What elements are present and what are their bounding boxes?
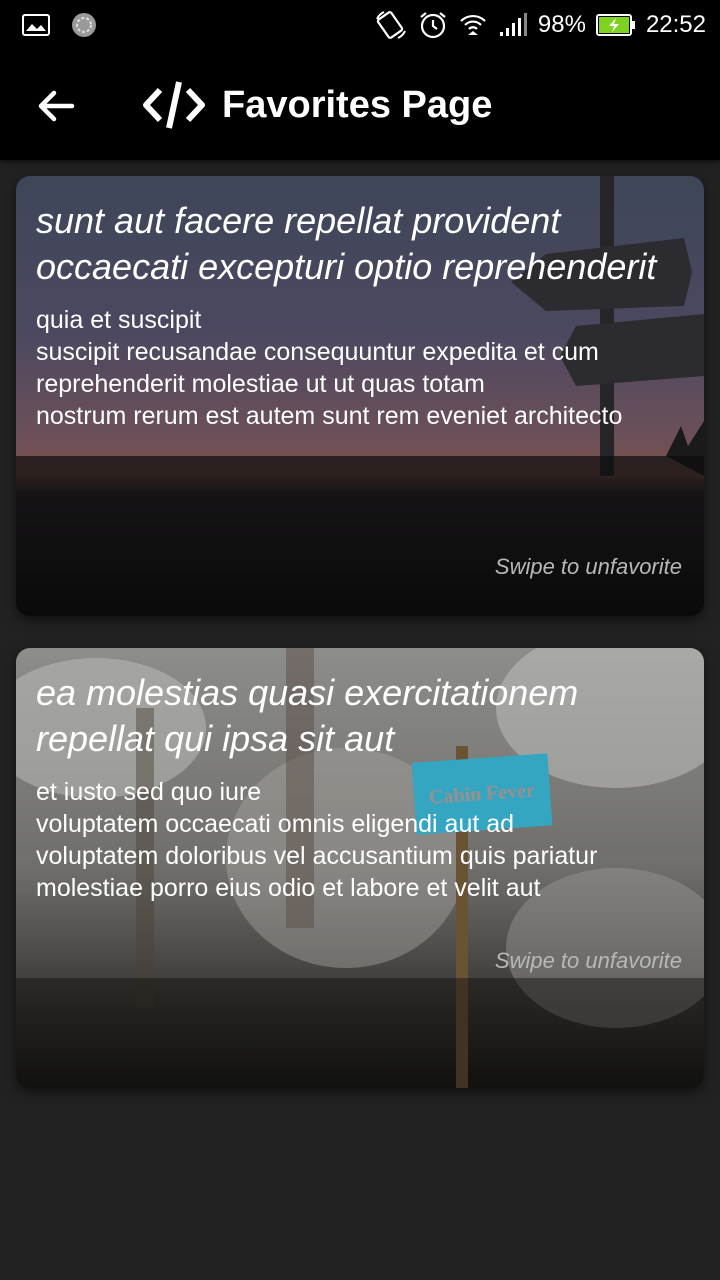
wifi-icon	[458, 10, 488, 40]
card-title: sunt aut facere repellat provident occae…	[36, 200, 657, 287]
favorite-card[interactable]: sunt aut facere repellat provident occae…	[16, 176, 704, 616]
gallery-icon	[22, 14, 50, 36]
favorite-card[interactable]: Cabin Fever ea molestias quasi exercitat…	[16, 648, 704, 1088]
code-icon	[142, 78, 206, 132]
status-bar: 98% 22:52	[0, 0, 720, 50]
card-body: quia et suscipit suscipit recusandae con…	[36, 306, 623, 430]
battery-charging-icon	[595, 13, 636, 37]
swipe-hint: Swipe to unfavorite	[494, 948, 682, 973]
arrow-back-icon	[32, 82, 80, 130]
sync-icon	[70, 11, 98, 39]
signal-icon	[498, 12, 528, 38]
back-button[interactable]	[32, 82, 80, 130]
clock-time: 22:52	[645, 11, 706, 38]
card-body: et iusto sed quo iure voluptatem occaeca…	[36, 778, 598, 902]
rotate-icon	[374, 9, 408, 41]
app-bar: Favorites Page	[0, 50, 720, 160]
alarm-icon	[418, 10, 448, 40]
swipe-hint: Swipe to unfavorite	[494, 554, 682, 579]
card-title: ea molestias quasi exercitationem repell…	[36, 672, 579, 759]
page-title: Favorites Page	[222, 84, 493, 126]
battery-percent: 98%	[537, 11, 586, 38]
